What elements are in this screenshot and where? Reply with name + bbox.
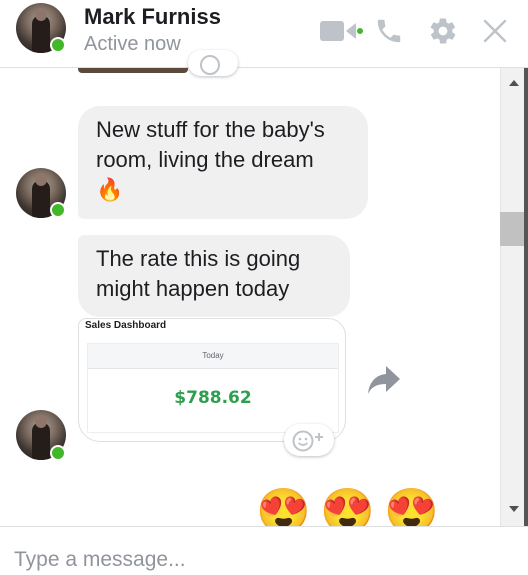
card-subtitle: Today [88, 344, 338, 369]
video-camera-icon[interactable] [320, 19, 364, 43]
chat-header: Mark Furniss Active now [0, 0, 528, 68]
message-bubble[interactable]: New stuff for the baby's room, living th… [78, 106, 368, 219]
close-icon[interactable] [482, 18, 508, 44]
phone-icon[interactable] [374, 16, 404, 46]
previous-attachment-edge [78, 68, 188, 73]
contact-status: Active now [84, 33, 181, 55]
scroll-up-arrow-icon[interactable] [509, 80, 519, 86]
fire-emoji: 🔥 [96, 177, 124, 202]
card-panel: Today $788.62 [87, 343, 339, 433]
reaction-button[interactable] [188, 50, 238, 76]
message-text: New stuff for the baby's room, living th… [96, 117, 325, 172]
online-status-dot [50, 37, 66, 53]
online-status-dot [50, 445, 66, 461]
card-title: Sales Dashboard [85, 320, 167, 331]
message-text: The rate this is going might happen toda… [96, 246, 301, 301]
scrollbar-thumb[interactable] [500, 212, 526, 246]
card-amount: $788.62 [174, 388, 252, 408]
window-edge [524, 68, 528, 526]
gear-icon[interactable] [428, 16, 458, 46]
online-status-dot [50, 202, 66, 218]
reaction-button[interactable] [284, 424, 334, 456]
share-arrow-icon[interactable] [366, 363, 402, 397]
contact-name[interactable]: Mark Furniss [84, 4, 221, 30]
message-composer [0, 526, 528, 575]
scroll-down-arrow-icon[interactable] [509, 506, 519, 512]
message-bubble[interactable]: The rate this is going might happen toda… [78, 235, 350, 317]
